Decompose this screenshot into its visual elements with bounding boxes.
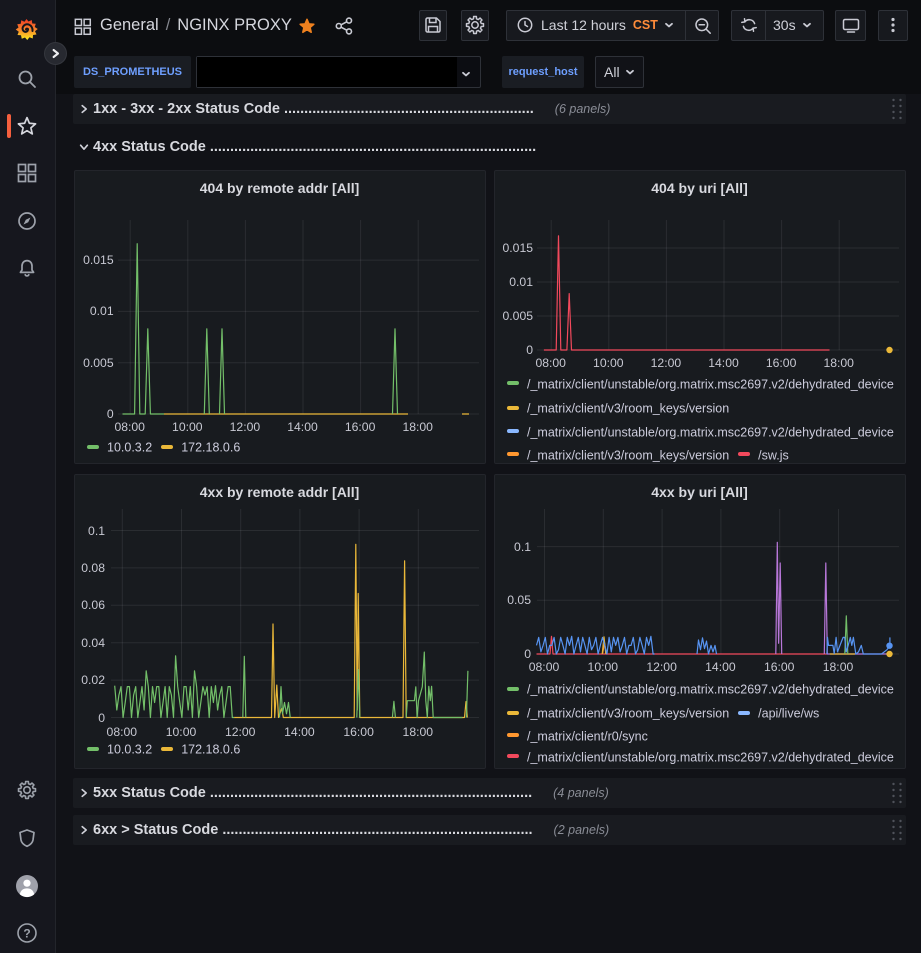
svg-text:?: ? xyxy=(23,926,30,940)
